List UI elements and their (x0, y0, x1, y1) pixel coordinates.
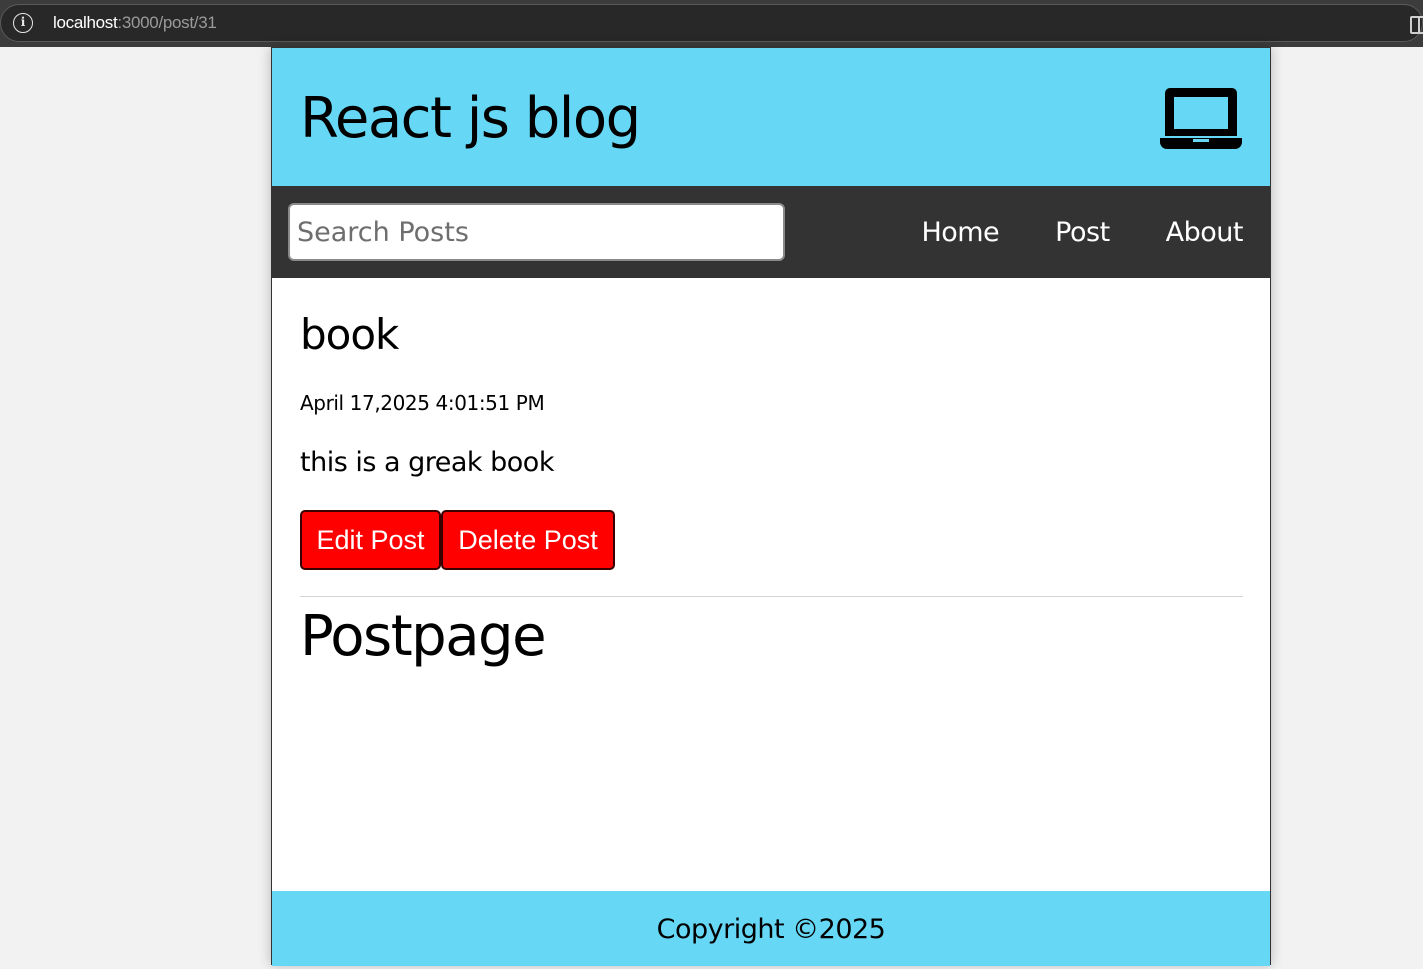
url-host: localhost (53, 13, 118, 32)
delete-post-button[interactable]: Delete Post (441, 510, 615, 570)
post-title: book (300, 310, 399, 359)
blog-app: React js blog Home Post About book April… (271, 47, 1271, 966)
copyright-text: Copyright ©2025 (656, 914, 886, 945)
nav-bar: Home Post About (272, 186, 1270, 278)
site-title: React js blog (300, 86, 641, 151)
post-date: April 17,2025 4:01:51 PM (300, 391, 545, 415)
address-bar[interactable]: i localhost:3000/post/31 (0, 4, 1423, 42)
split-screen-icon[interactable] (1410, 16, 1423, 34)
edit-post-button[interactable]: Edit Post (300, 510, 441, 570)
nav-link-about[interactable]: About (1166, 217, 1244, 248)
nav-link-home[interactable]: Home (921, 217, 999, 248)
url-path: :3000/post/31 (117, 13, 217, 32)
browser-toolbar: i localhost:3000/post/31 (0, 0, 1423, 47)
nav-links: Home Post About (865, 186, 1243, 278)
page-heading: Postpage (300, 604, 547, 669)
app-header: React js blog (272, 48, 1270, 186)
info-icon[interactable]: i (13, 13, 33, 33)
app-footer: Copyright ©2025 (272, 891, 1270, 966)
nav-link-post[interactable]: Post (1055, 217, 1110, 248)
search-input[interactable] (288, 203, 785, 261)
laptop-icon (1160, 88, 1242, 149)
url-text[interactable]: localhost:3000/post/31 (53, 13, 217, 33)
divider (300, 596, 1243, 597)
post-body: this is a greak book (300, 447, 554, 478)
